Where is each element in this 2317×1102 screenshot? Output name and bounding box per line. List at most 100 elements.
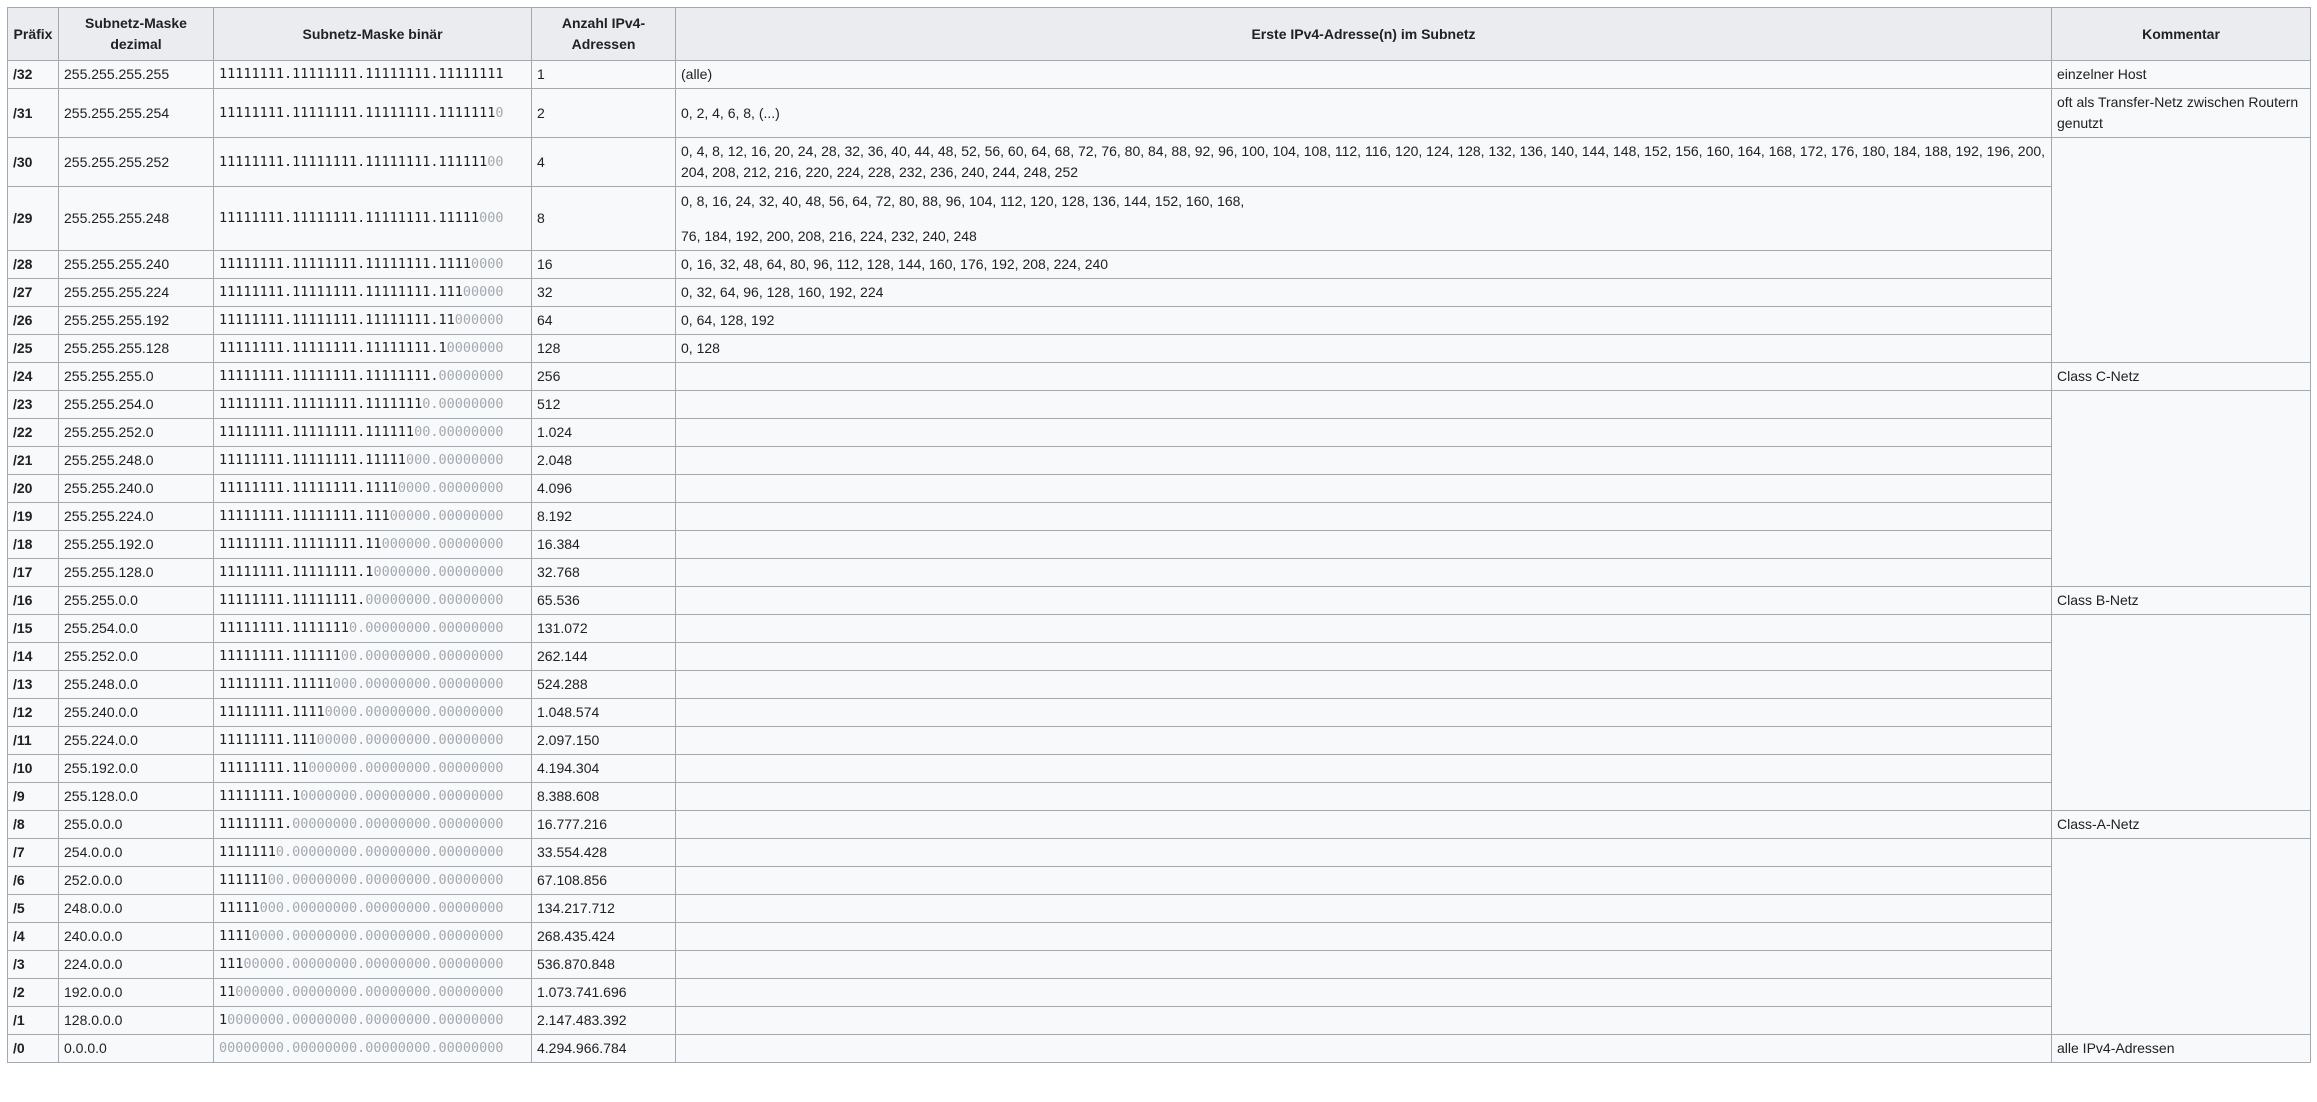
first-addresses-cell (675, 446, 2052, 475)
address-count-cell: 4 (531, 137, 676, 187)
col-header-comment[interactable]: Kommentar (2051, 7, 2311, 61)
binary-ones: 11111111.11111111.11111111.11111 (219, 210, 480, 226)
first-addresses-cell (675, 586, 2052, 615)
binary-zeros: 0.00000000.00000000.00000000 (275, 844, 504, 860)
first-addresses-cell: 0, 4, 8, 12, 16, 20, 24, 28, 32, 36, 40,… (675, 137, 2052, 187)
address-count-cell: 16.777.216 (531, 810, 676, 839)
binary-zeros: 00.00000000.00000000 (340, 648, 504, 664)
binary-zeros: 0000000.00000000.00000000.00000000 (227, 1012, 504, 1028)
prefix-cell: /16 (7, 586, 59, 615)
comment-cell: oft als Transfer-Netz zwischen Routern g… (2051, 88, 2311, 138)
comment-cell: alle IPv4-Adressen (2051, 1034, 2311, 1063)
table-body: /32 255.255.255.255 11111111.11111111.1111… (7, 60, 2311, 1063)
first-addresses-text: 0, 8, 16, 24, 32, 40, 48, 56, 64, 72, 80… (681, 192, 1245, 209)
mask-decimal-cell: 255.255.252.0 (58, 418, 214, 447)
col-header-first-addresses[interactable]: Erste IPv4-Adresse(n) im Subnetz (675, 7, 2052, 61)
mask-decimal-cell: 255.255.0.0 (58, 586, 214, 615)
table-row: /25 255.255.255.128 11111111.11111111.1111… (7, 334, 2311, 363)
mask-binary-cell: 11000000.00000000.00000000.00000000 (213, 978, 532, 1007)
first-addresses-cell (675, 474, 2052, 503)
first-addresses-cell (675, 950, 2052, 979)
mask-binary-cell: 11111100.00000000.00000000.00000000 (213, 866, 532, 895)
table-row: /7 254.0.0.0 11111110.00000000.00000000.00… (7, 838, 2311, 1035)
binary-ones: 11111111.11111111.11111111.1111111 (219, 104, 496, 121)
comment-cell: Class C-Netz (2051, 362, 2311, 391)
binary-zeros: 0 (495, 104, 504, 121)
address-count-cell: 1.073.741.696 (531, 978, 676, 1007)
binary-zeros: 0000000.00000000 (373, 564, 504, 580)
prefix-cell: /14 (7, 642, 59, 671)
mask-binary-cell: 00000000.00000000.00000000.00000000 (213, 1034, 532, 1063)
table-row: /3 224.0.0.0 11100000.00000000.00000000.00… (7, 950, 2311, 979)
address-count-cell: 256 (531, 362, 676, 391)
address-count-cell: 262.144 (531, 642, 676, 671)
comment-cell: Class-A-Netz (2051, 810, 2311, 839)
mask-decimal-cell: 255.255.240.0 (58, 474, 214, 503)
binary-zeros: 0000.00000000.00000000.00000000 (251, 928, 504, 944)
prefix-cell: /31 (7, 88, 59, 138)
binary-ones: 11 (219, 984, 236, 1000)
first-addresses-cell (675, 642, 2052, 671)
table-row: /13 255.248.0.0 11111111.11111000.00000000… (7, 670, 2311, 699)
binary-ones: 11111111.11111111.1111111 (219, 396, 423, 412)
address-count-cell: 4.096 (531, 474, 676, 503)
binary-ones: 11111111.11111111.111111 (219, 424, 415, 440)
table-row: /1 128.0.0.0 10000000.00000000.00000000.00… (7, 1006, 2311, 1035)
col-header-address-count[interactable]: Anzahl IPv4-Adressen (531, 7, 676, 61)
table-row: /0 0.0.0.0 00000000.00000000.00000000.0000… (7, 1034, 2311, 1063)
binary-zeros: 00000.00000000 (389, 508, 504, 524)
binary-ones: 11111111.1111111 (219, 620, 350, 636)
table-row: /8 255.0.0.0 11111111.00000000.00000000.00… (7, 810, 2311, 839)
binary-zeros: 000.00000000 (405, 452, 504, 468)
mask-binary-cell: 11111111.11110000.00000000.00000000 (213, 698, 532, 727)
col-header-prefix[interactable]: Präfix (7, 7, 59, 61)
prefix-cell: /20 (7, 474, 59, 503)
binary-ones: 111 (219, 956, 244, 972)
address-count-cell: 64 (531, 306, 676, 335)
first-addresses-cell (675, 558, 2052, 587)
mask-binary-cell: 11111111.11111111.11111111.00000000 (213, 362, 532, 391)
prefix-cell: /10 (7, 754, 59, 783)
first-addresses-text: 0, 2, 4, 6, 8, (...) (681, 104, 780, 121)
comment-cell (2051, 838, 2311, 1035)
address-count-cell: 1 (531, 60, 676, 89)
mask-binary-cell: 10000000.00000000.00000000.00000000 (213, 1006, 532, 1035)
first-addresses-cell: 0, 32, 64, 96, 128, 160, 192, 224 (675, 278, 2052, 307)
mask-binary-cell: 11111111.11111100.00000000.00000000 (213, 642, 532, 671)
mask-decimal-cell: 0.0.0.0 (58, 1034, 214, 1063)
binary-ones: 11111111.11111111.11111111.111111 (219, 153, 488, 170)
address-count-cell: 8.192 (531, 502, 676, 531)
mask-decimal-cell: 128.0.0.0 (58, 1006, 214, 1035)
table-row: /31 255.255.255.254 11111111.11111111.1111… (7, 88, 2311, 138)
binary-zeros: 0000000 (446, 340, 504, 356)
address-count-cell: 16.384 (531, 530, 676, 559)
prefix-cell: /7 (7, 838, 59, 867)
binary-ones: 11111 (219, 900, 260, 916)
address-count-cell: 524.288 (531, 670, 676, 699)
binary-ones: 11111111.11111111.11111111.1111 (219, 256, 471, 272)
binary-ones: 11111111.11111111.11 (219, 536, 382, 552)
first-addresses-cell (675, 838, 2052, 867)
table-row: /6 252.0.0.0 11111100.00000000.00000000.00… (7, 866, 2311, 895)
mask-binary-cell: 11111111.11111111.11000000.00000000 (213, 530, 532, 559)
first-addresses-cell (675, 390, 2052, 419)
col-header-mask-binary[interactable]: Subnetz-Maske binär (213, 7, 532, 61)
binary-zeros: 0000.00000000 (397, 480, 504, 496)
mask-binary-cell: 11111111.11111111.11111110.00000000 (213, 390, 532, 419)
first-addresses-text: 0, 32, 64, 96, 128, 160, 192, 224 (681, 284, 884, 300)
first-addresses-cell (675, 782, 2052, 811)
col-header-mask-decimal[interactable]: Subnetz-Maske dezimal (58, 7, 214, 61)
address-count-cell: 128 (531, 334, 676, 363)
address-count-cell: 32.768 (531, 558, 676, 587)
address-count-cell: 67.108.856 (531, 866, 676, 895)
mask-decimal-cell: 255.255.255.252 (58, 137, 214, 187)
mask-decimal-cell: 240.0.0.0 (58, 922, 214, 951)
prefix-cell: /24 (7, 362, 59, 391)
mask-binary-cell: 11111111.11111111.11111111.11111110 (213, 88, 532, 138)
prefix-cell: /25 (7, 334, 59, 363)
comment-cell: Class B-Netz (2051, 586, 2311, 615)
table-row: /5 248.0.0.0 11111000.00000000.00000000.00… (7, 894, 2311, 923)
mask-binary-cell: 11111111.11111111.11111111.11111100 (213, 137, 532, 187)
address-count-cell: 2.048 (531, 446, 676, 475)
first-addresses-cell (675, 362, 2052, 391)
